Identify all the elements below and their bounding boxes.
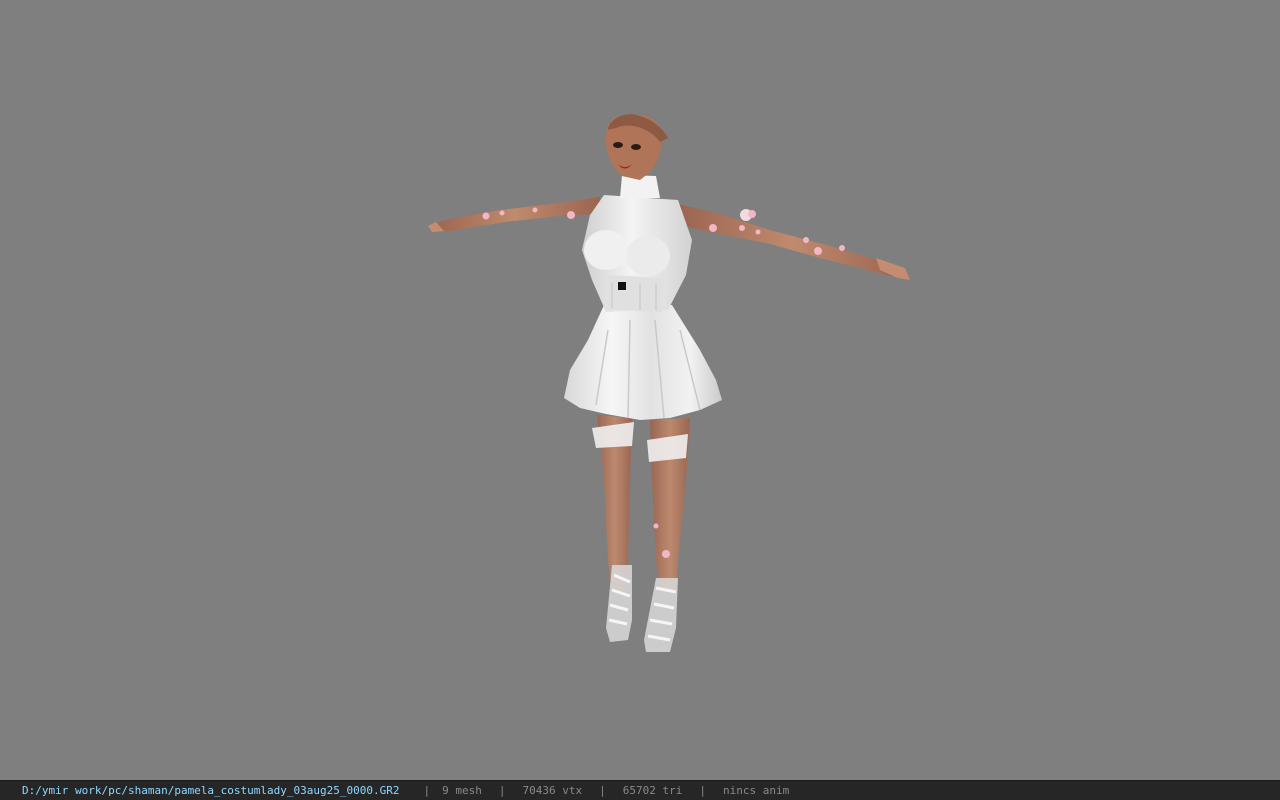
skirt bbox=[564, 305, 722, 420]
status-bar: D:/ymir work/pc/shaman/pamela_costumlady… bbox=[0, 780, 1280, 800]
status-separator: | bbox=[498, 784, 506, 797]
sandals bbox=[606, 565, 678, 652]
status-separator: | bbox=[599, 784, 606, 797]
status-separator: | bbox=[423, 784, 431, 797]
animation-status-label: nincs anim bbox=[722, 784, 790, 797]
mesh-count-label: 9 mesh bbox=[442, 784, 482, 797]
triangle-count-label: 65702 tri bbox=[622, 784, 683, 797]
legs bbox=[592, 415, 690, 592]
status-separator: | bbox=[699, 784, 706, 797]
vertex-count-label: 70436 vtx bbox=[522, 784, 583, 797]
character-model[interactable] bbox=[0, 0, 1280, 780]
right-arm bbox=[678, 204, 910, 280]
dress-bodice bbox=[582, 175, 692, 312]
character-head bbox=[605, 114, 668, 180]
3d-viewport[interactable] bbox=[0, 0, 1280, 780]
file-path-label: D:/ymir work/pc/shaman/pamela_costumlady… bbox=[22, 784, 400, 797]
